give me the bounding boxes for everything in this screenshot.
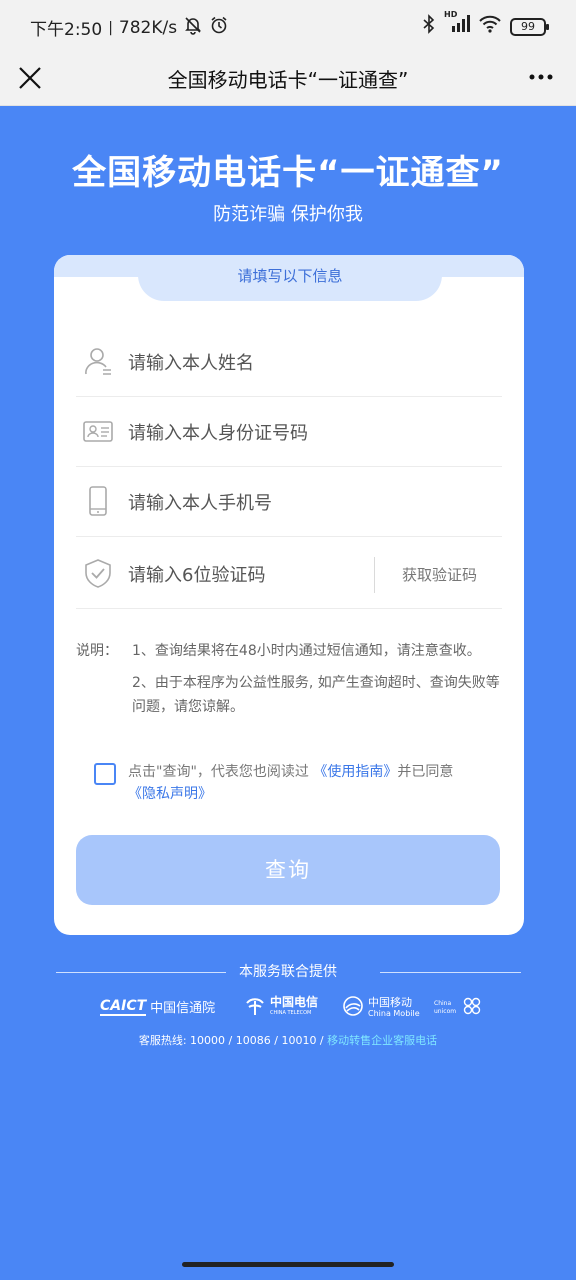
status-bar: 下午2:50 | 782K/s HD 99: [0, 0, 576, 52]
status-time: 下午2:50: [30, 20, 103, 40]
unicom-name-en: China unicom: [434, 1000, 457, 1015]
guide-link[interactable]: 《使用指南》: [313, 764, 397, 780]
page-title: 全国移动电话卡“一证通查”: [167, 68, 409, 92]
partner-logos: CAICT 中国信通院 中国电信 CHINA TELECOM 中国移动 Chin…: [100, 993, 481, 1023]
id-card-icon: [82, 415, 114, 447]
telecom-name: 中国电信: [270, 995, 319, 1009]
battery-icon: 99: [510, 17, 549, 36]
agreement-middle: 并已同意: [397, 764, 454, 780]
phone-field[interactable]: 请输入本人手机号: [76, 467, 502, 537]
mobile-icon: [342, 995, 364, 1021]
signal-icon: HD: [444, 10, 470, 39]
user-icon: [82, 345, 114, 377]
caict-logo: CAICT 中国信通院: [100, 997, 215, 1016]
note-item: 1、查询结果将在48小时内通过短信通知，请注意查收。: [132, 643, 481, 659]
note-item: 2、由于本程序为公益性服务, 如产生查询超时、查询失败等问题，请您谅解。: [132, 675, 500, 715]
phone-icon: [82, 485, 114, 517]
status-separator: |: [108, 19, 113, 36]
title-bar: 全国移动电话卡“一证通查”: [0, 52, 576, 106]
id-number-field[interactable]: 请输入本人身份证号码: [76, 397, 502, 467]
alarm-icon: [209, 15, 229, 40]
footer-divider-right: [380, 972, 521, 973]
form-header: 请填写以下信息: [138, 255, 442, 301]
mobile-name-en: China Mobile: [368, 1009, 420, 1018]
wifi-icon: [478, 14, 502, 39]
china-telecom-logo: 中国电信 CHINA TELECOM: [244, 995, 318, 1021]
notes-label: 说明：: [76, 643, 118, 659]
home-indicator[interactable]: [182, 1262, 394, 1267]
caict-abbr: CAICT: [100, 997, 147, 1016]
hotline-text: 客服热线: 10000 / 10086 / 10010 /: [138, 1034, 328, 1047]
china-mobile-logo: 中国移动 China Mobile: [342, 995, 420, 1021]
get-code-button[interactable]: 获取验证码: [402, 564, 477, 585]
telecom-name-en: CHINA TELECOM: [270, 1010, 312, 1016]
hero-title: 全国移动电话卡“一证通查”: [72, 153, 504, 193]
id-number-input[interactable]: 请输入本人身份证号码: [128, 419, 308, 445]
bell-off-icon: [183, 15, 203, 40]
more-icon[interactable]: [528, 64, 554, 96]
hd-label: HD: [444, 10, 458, 19]
battery-level: 99: [521, 20, 535, 33]
hotline: 客服热线: 10000 / 10086 / 10010 / 移动转售企业客服电话: [0, 1032, 576, 1048]
agreement-prefix: 点击"查询"，代表您也阅读过: [128, 764, 314, 780]
shield-icon: [82, 557, 114, 589]
field-divider: [374, 557, 375, 593]
mobile-name: 中国移动: [368, 996, 412, 1009]
telecom-icon: [244, 995, 266, 1021]
privacy-link[interactable]: 《隐私声明》: [128, 786, 212, 802]
status-speed: 782K/s: [118, 17, 178, 38]
caict-name: 中国信通院: [150, 1001, 216, 1016]
provided-by: 本服务联合提供: [239, 964, 337, 980]
agreement-text: 点击"查询"，代表您也阅读过 《使用指南》并已同意《隐私声明》: [128, 761, 498, 805]
code-input[interactable]: 请输入6位验证码: [128, 561, 265, 587]
name-input[interactable]: 请输入本人姓名: [128, 349, 254, 375]
code-field[interactable]: 请输入6位验证码 获取验证码: [76, 539, 502, 609]
agree-checkbox[interactable]: [94, 763, 116, 785]
name-field[interactable]: 请输入本人姓名: [76, 327, 502, 397]
query-button[interactable]: 查询: [76, 835, 500, 905]
unicom-icon: [460, 995, 484, 1021]
hero-subtitle: 防范诈骗 保护你我: [213, 204, 363, 225]
bluetooth-icon: [422, 14, 436, 39]
phone-input[interactable]: 请输入本人手机号: [128, 489, 272, 515]
china-unicom-logo: China unicom: [434, 995, 484, 1021]
reseller-hotline-link[interactable]: 移动转售企业客服电话: [327, 1034, 437, 1047]
form-card: 请填写以下信息 请输入本人姓名 请输入本人身份证号码 请输入本人手机号 请输入6…: [54, 255, 524, 935]
